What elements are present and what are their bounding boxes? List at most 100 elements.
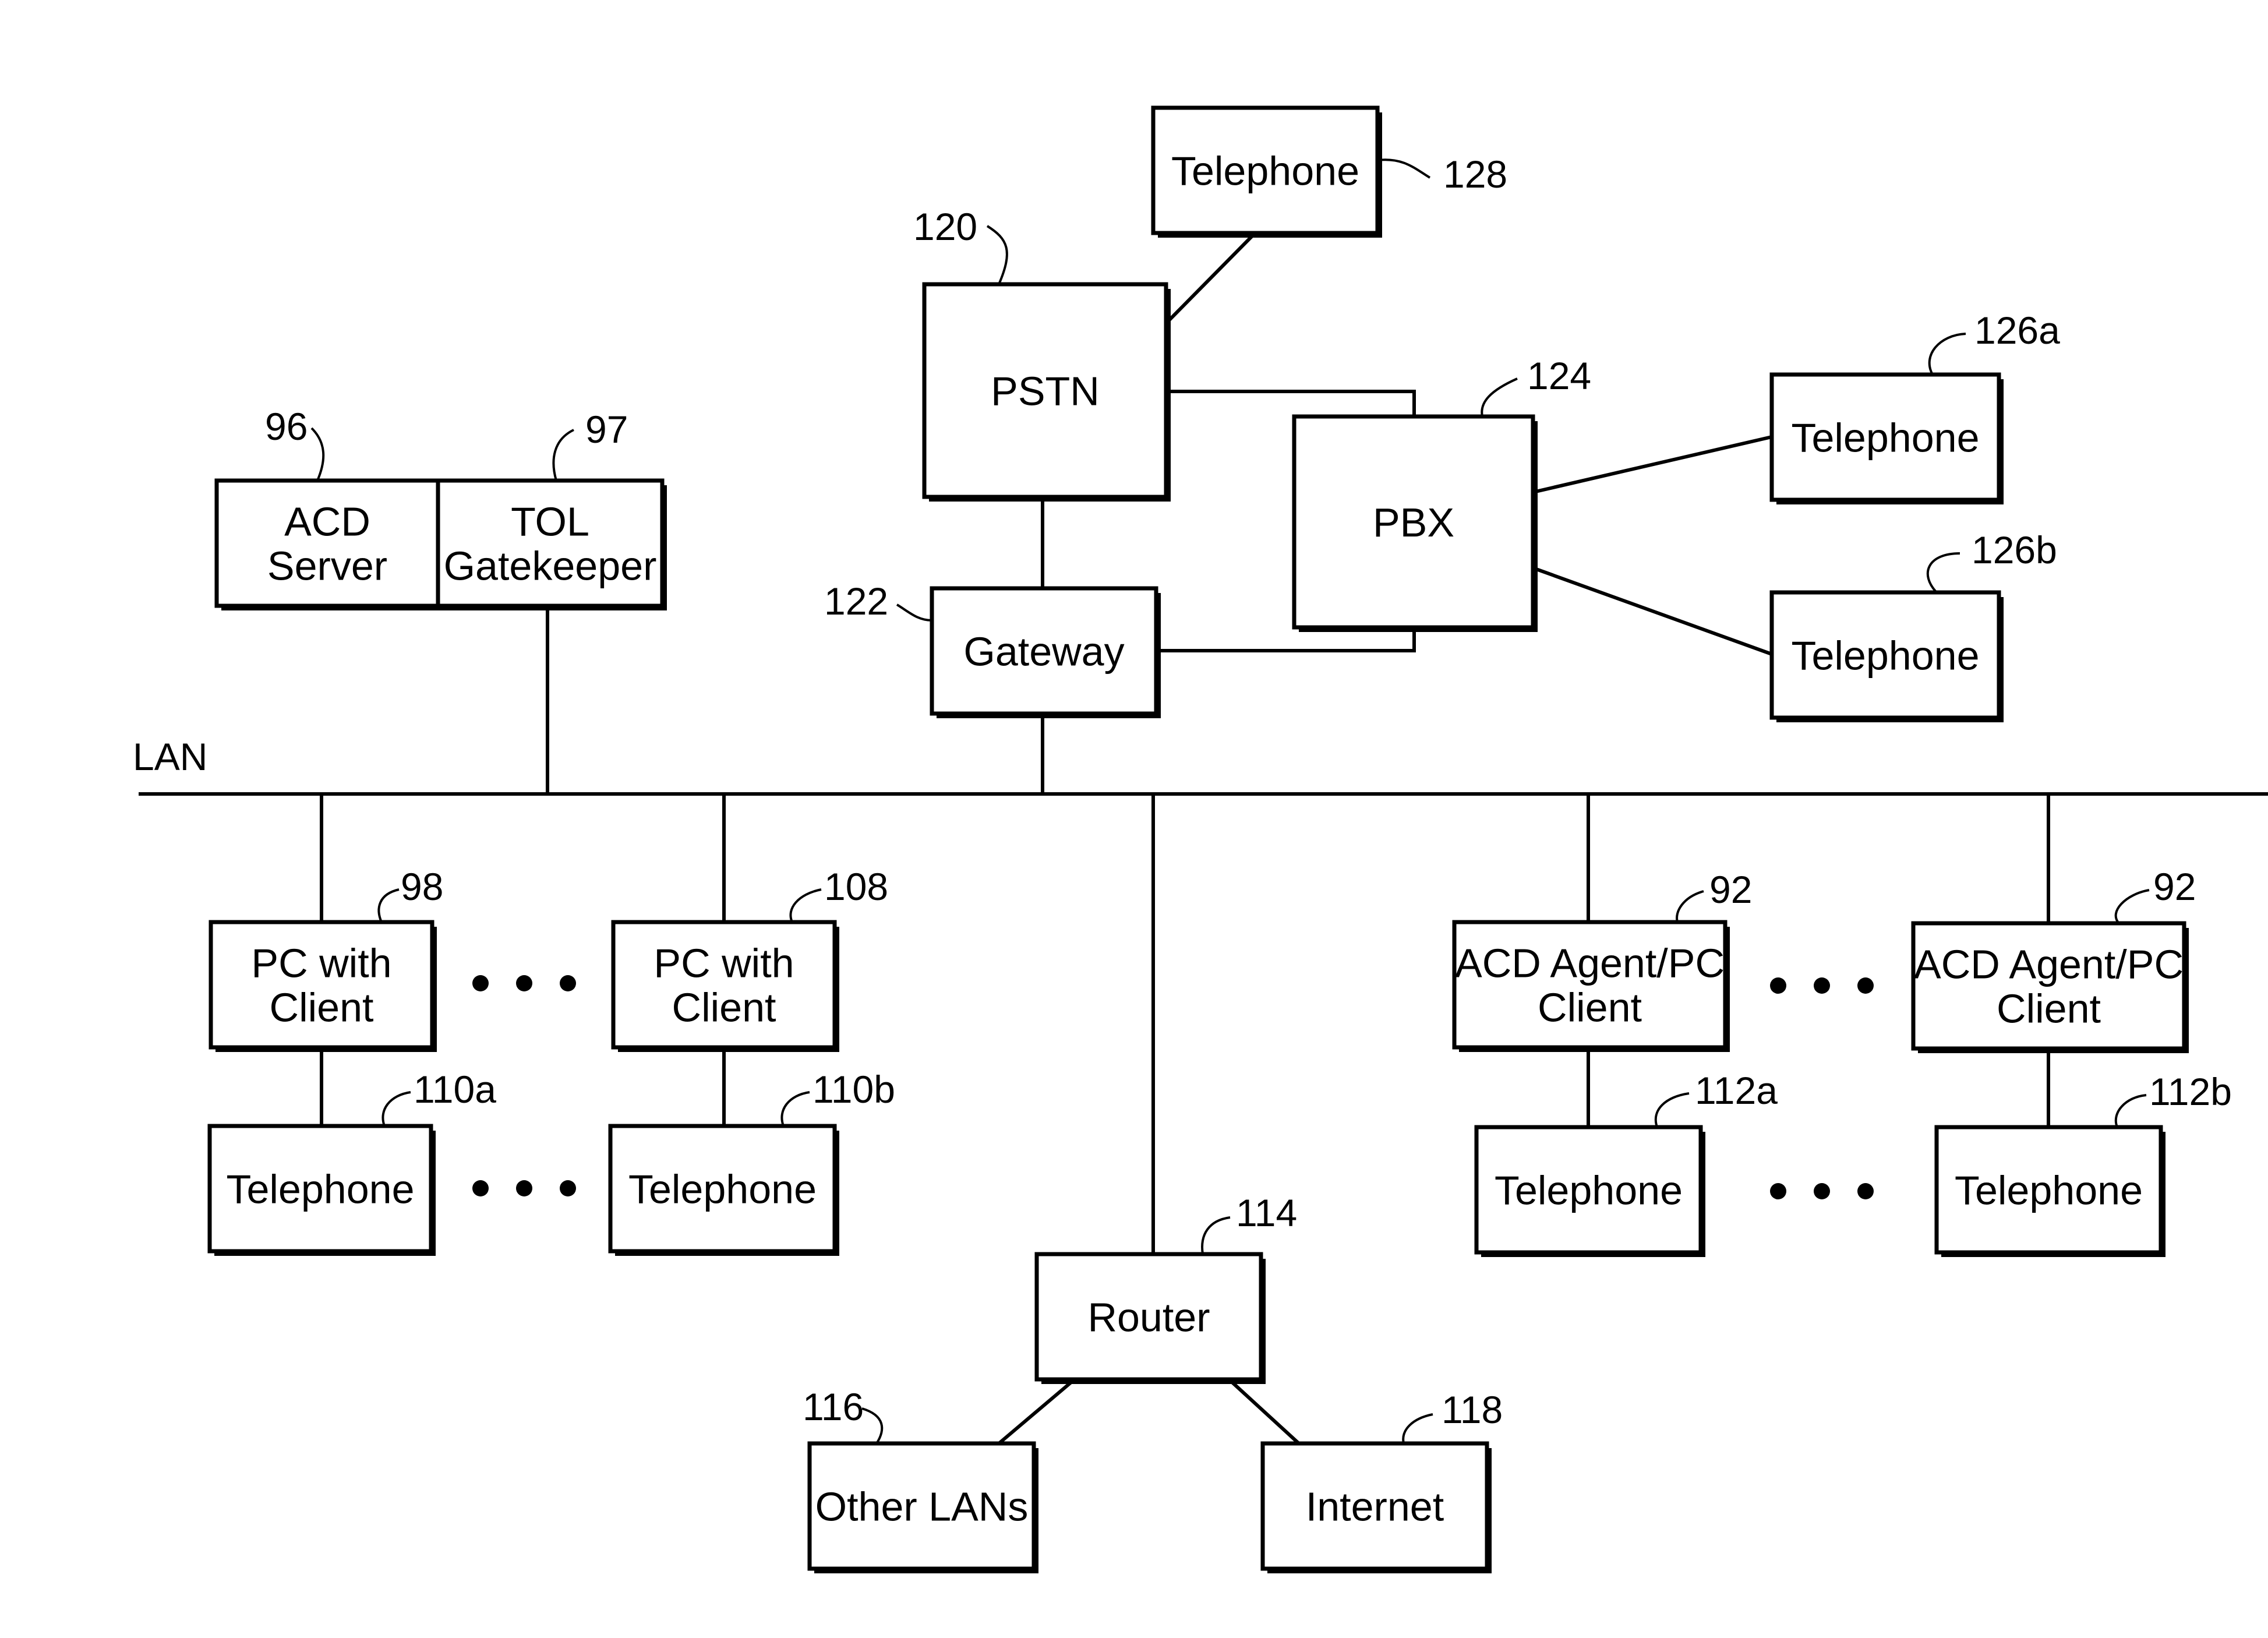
node-label: Telephone xyxy=(1171,149,1359,194)
reference-leader xyxy=(1481,377,1518,417)
pbx-telephone-126b-link xyxy=(1532,566,1773,656)
node-label: Internet xyxy=(1306,1484,1444,1530)
node-label: Telephone xyxy=(1955,1168,2143,1213)
dot xyxy=(472,975,489,991)
reference-number: 112a xyxy=(1695,1069,1778,1112)
router-otherlans-link xyxy=(998,1378,1076,1445)
reference-number: 108 xyxy=(824,865,888,908)
reference-number: 126b xyxy=(1972,528,2057,571)
node-pstn: PSTN 120 xyxy=(913,205,1171,502)
node-other-lans: Other LANs 116 xyxy=(803,1385,1038,1573)
node-label: Telephone xyxy=(226,1167,414,1212)
node-label: Telephone xyxy=(628,1167,817,1212)
dot xyxy=(1814,1183,1830,1199)
node-label: Client xyxy=(672,985,776,1030)
node-label: Gatekeeper xyxy=(444,543,657,589)
node-router: Router 114 xyxy=(1034,1191,1297,1384)
ellipsis-icon xyxy=(1770,1183,1874,1199)
node-label: PC with xyxy=(653,941,794,986)
node-internet: Internet 118 xyxy=(1260,1388,1503,1573)
reference-leader xyxy=(1926,552,1960,594)
dot xyxy=(1857,1183,1874,1199)
pbx-telephone-126a-link xyxy=(1532,435,1772,494)
node-label: Telephone xyxy=(1791,633,1979,679)
reference-leader xyxy=(986,225,1008,285)
ellipsis-icon xyxy=(472,1180,576,1196)
node-gateway: Gateway 122 xyxy=(824,580,1161,718)
node-label: PSTN xyxy=(991,369,1100,414)
reference-leader xyxy=(1928,333,1966,375)
dot xyxy=(1814,977,1830,994)
lan-label: LAN xyxy=(133,735,207,778)
reference-leader xyxy=(789,888,822,923)
dot xyxy=(1857,977,1874,994)
node-label: Telephone xyxy=(1495,1168,1683,1213)
dot xyxy=(560,975,576,991)
reference-leader xyxy=(1377,158,1431,179)
reference-leader xyxy=(896,603,932,622)
node-label: ACD Agent/PC xyxy=(1914,942,2184,987)
reference-leader xyxy=(552,429,574,481)
node-label: Telephone xyxy=(1791,415,1979,461)
pstn-telephone-link xyxy=(1164,231,1257,325)
reference-number: 128 xyxy=(1443,153,1507,196)
ellipsis-icon xyxy=(1770,977,1874,994)
reference-leader xyxy=(780,1091,810,1127)
reference-number: 120 xyxy=(913,205,977,248)
dot xyxy=(1770,977,1786,994)
reference-leader xyxy=(861,1407,884,1445)
reference-number: 124 xyxy=(1527,354,1591,397)
dot xyxy=(1770,1183,1786,1199)
pstn-pbx-link xyxy=(1166,390,1416,416)
node-label: PBX xyxy=(1373,500,1454,545)
node-telephone-110b: Telephone 110b xyxy=(608,1068,895,1256)
reference-number: 114 xyxy=(1236,1191,1297,1234)
node-label: ACD xyxy=(284,499,370,545)
dot xyxy=(516,1180,532,1196)
node-label: ACD Agent/PC xyxy=(1455,941,1725,986)
reference-number: 92 xyxy=(2153,865,2196,908)
node-tol-gatekeeper: TOLGatekeeper 97 xyxy=(436,408,667,610)
node-pc-client-108: PC withClient 108 xyxy=(611,865,888,1052)
reference-leader xyxy=(377,888,400,923)
reference-leader xyxy=(381,1091,411,1127)
node-acd-agent-2: ACD Agent/PCClient 92 xyxy=(1911,865,2196,1053)
node-label: Client xyxy=(1538,985,1642,1030)
node-pc-client-98: PC withClient 98 xyxy=(209,865,443,1052)
reference-number: 122 xyxy=(824,580,888,623)
node-label: PC with xyxy=(251,941,391,986)
dot xyxy=(560,1180,576,1196)
dot xyxy=(516,975,532,991)
node-label: Client xyxy=(270,985,374,1030)
node-telephone-110a: Telephone 110a xyxy=(207,1068,496,1256)
reference-number: 116 xyxy=(803,1385,864,1428)
reference-leader xyxy=(1676,890,1704,923)
node-telephone-112a: Telephone 112a xyxy=(1474,1069,1778,1257)
reference-leader xyxy=(1402,1413,1433,1444)
reference-number: 97 xyxy=(585,408,628,451)
node-label: Client xyxy=(1997,986,2101,1032)
node-label: Gateway xyxy=(963,629,1124,675)
nodes: Telephone 128 PSTN 120 PBX 124 Telephone 126a Te… xyxy=(207,105,2232,1573)
network-diagram: Telephone 128 PSTN 120 PBX 124 Telephone 126a Te… xyxy=(133,105,2268,1573)
node-label: Other LANs xyxy=(815,1484,1029,1530)
node-telephone-128: Telephone 128 xyxy=(1151,105,1507,238)
reference-number: 92 xyxy=(1709,868,1752,911)
reference-number: 96 xyxy=(265,405,308,448)
node-telephone-112b: Telephone 112b xyxy=(1934,1070,2232,1257)
node-label: Server xyxy=(267,543,387,589)
reference-leader xyxy=(2115,1094,2147,1128)
node-telephone-126b: Telephone 126b xyxy=(1769,528,2057,722)
leader-lines xyxy=(310,158,2150,1445)
reference-leader xyxy=(1201,1216,1231,1255)
reference-number: 98 xyxy=(401,865,443,908)
node-pbx: PBX 124 xyxy=(1292,354,1591,632)
reference-leader xyxy=(310,427,325,481)
reference-number: 118 xyxy=(1442,1388,1503,1431)
node-label: Router xyxy=(1087,1295,1210,1340)
node-label: TOL xyxy=(511,499,589,545)
node-acd-agent-1: ACD Agent/PCClient 92 xyxy=(1452,868,1752,1052)
router-internet-link xyxy=(1227,1378,1301,1445)
reference-number: 126a xyxy=(1974,309,2060,352)
reference-number: 110a xyxy=(414,1068,496,1111)
